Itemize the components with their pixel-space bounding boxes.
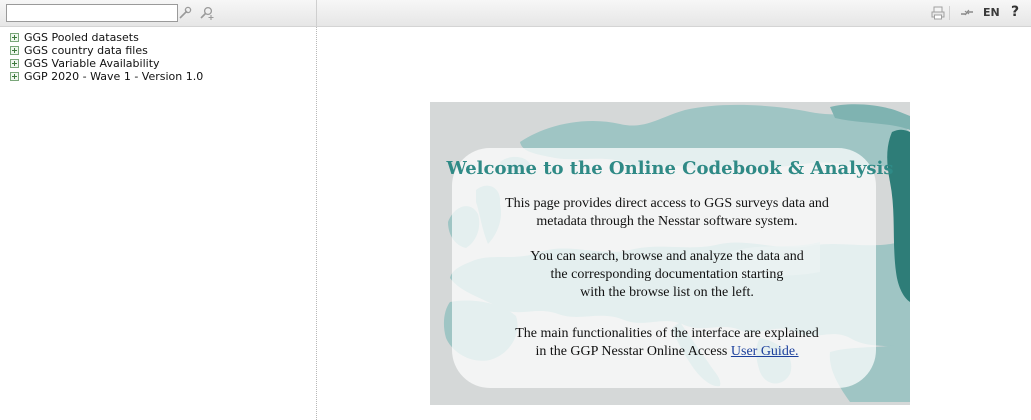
welcome-text-line: The main functionalities of the interfac… <box>515 326 819 341</box>
tree-item-label[interactable]: GGS country data files <box>24 44 148 57</box>
tree-item-ggs-variable-availability[interactable]: GGS Variable Availability <box>10 57 316 70</box>
tree-item-label[interactable]: GGS Pooled datasets <box>24 31 139 44</box>
toolbar-separator <box>949 6 950 20</box>
help-button[interactable]: ? <box>1011 4 1019 20</box>
tree-item-ggs-pooled-datasets[interactable]: GGS Pooled datasets <box>10 31 316 44</box>
search-input[interactable] <box>6 4 178 22</box>
tree-item-ggp-2020-wave-1[interactable]: GGP 2020 - Wave 1 - Version 1.0 <box>10 70 316 83</box>
welcome-text-line: with the browse list on the left. <box>580 285 754 300</box>
expand-icon[interactable] <box>10 59 19 68</box>
language-selector[interactable]: EN <box>983 6 1000 19</box>
welcome-text-line: metadata through the Nesstar software sy… <box>536 214 798 229</box>
user-guide-link[interactable]: User Guide. <box>731 344 799 359</box>
welcome-text-line: This page provides direct access to GGS … <box>505 196 829 211</box>
toolbar-divider <box>316 0 317 26</box>
link-icon[interactable] <box>959 5 975 21</box>
top-toolbar: EN ? <box>0 0 1031 27</box>
welcome-title: Welcome to the Online Codebook & Analysi… <box>446 158 894 179</box>
search-key-icon[interactable] <box>177 5 193 21</box>
browse-sidebar: GGS Pooled datasets GGS country data fil… <box>0 27 317 420</box>
tree-item-label[interactable]: GGP 2020 - Wave 1 - Version 1.0 <box>24 70 203 83</box>
welcome-text-line-with-link: in the GGP Nesstar Online Access User Gu… <box>430 344 904 360</box>
tree-item-ggs-country-data-files[interactable]: GGS country data files <box>10 44 316 57</box>
welcome-text-line: the corresponding documentation starting <box>550 267 784 282</box>
print-icon[interactable] <box>930 5 946 21</box>
advanced-search-icon[interactable] <box>199 5 215 21</box>
browse-tree: GGS Pooled datasets GGS country data fil… <box>0 27 316 83</box>
welcome-panel: Welcome to the Online Codebook & Analysi… <box>430 102 910 405</box>
tree-item-label[interactable]: GGS Variable Availability <box>24 57 160 70</box>
expand-icon[interactable] <box>10 33 19 42</box>
welcome-text-line: You can search, browse and analyze the d… <box>530 249 804 264</box>
expand-icon[interactable] <box>10 72 19 81</box>
welcome-text-prefix: in the GGP Nesstar Online Access <box>535 344 728 359</box>
expand-icon[interactable] <box>10 46 19 55</box>
